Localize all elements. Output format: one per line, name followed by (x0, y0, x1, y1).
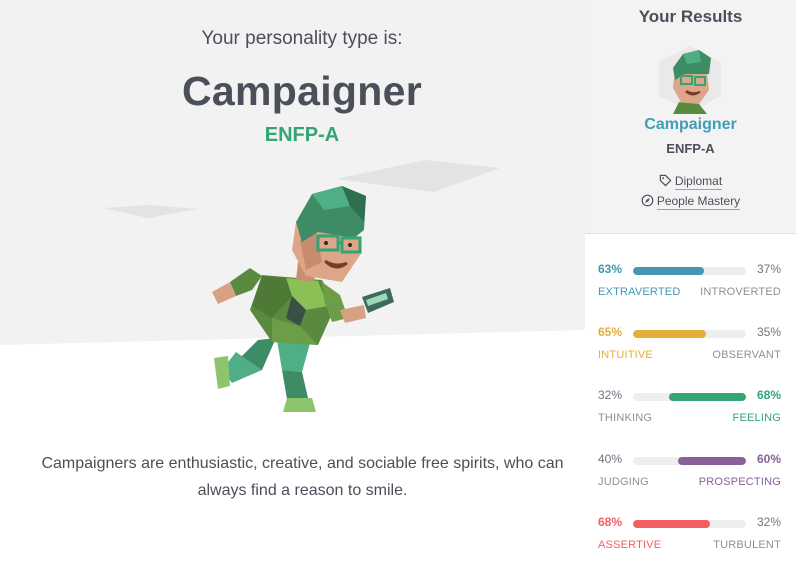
trait-row: 65% 35% INTUITIVE OBSERVANT (585, 325, 796, 375)
trait-bar-fill (633, 520, 710, 528)
trait-right-percent: 35% (756, 325, 781, 339)
trait-right-label: INTROVERTED (700, 286, 781, 298)
tag-icon (659, 174, 672, 187)
compass-icon (641, 194, 654, 207)
trait-right-percent: 60% (756, 452, 781, 466)
trait-bar (633, 267, 746, 275)
trait-right-percent: 68% (756, 388, 781, 402)
trait-left-label: JUDGING (598, 476, 649, 488)
trait-right-percent: 32% (756, 515, 781, 529)
trait-left-label: INTUITIVE (598, 349, 653, 361)
strategy-link[interactable]: People Mastery (656, 194, 741, 210)
trait-right-label: FEELING (732, 412, 781, 424)
trait-left-label: EXTRAVERTED (598, 286, 681, 298)
trait-bar (633, 520, 746, 528)
trait-right-percent: 37% (756, 262, 781, 276)
trait-left-percent: 68% (598, 515, 623, 529)
main-panel: Your personality type is: Campaigner ENF… (0, 0, 585, 561)
role-link[interactable]: Diplomat (674, 174, 723, 190)
trait-right-label: TURBULENT (713, 539, 781, 551)
sidebar-type-name: Campaigner (644, 116, 737, 133)
trait-bar-fill (678, 457, 746, 465)
trait-bar (633, 457, 746, 465)
results-summary: Your Results Campaigner ENFP-A Diplomat … (585, 0, 796, 234)
trait-right-label: PROSPECTING (698, 476, 781, 488)
trait-bar (633, 393, 746, 401)
trait-left-percent: 65% (598, 325, 623, 339)
trait-left-percent: 40% (598, 452, 623, 466)
role-tag[interactable]: Diplomat (585, 174, 796, 190)
trait-left-percent: 63% (598, 262, 623, 276)
avatar (659, 46, 721, 114)
results-sidebar: Your Results Campaigner ENFP-A Diplomat … (585, 0, 796, 561)
strategy-tag[interactable]: People Mastery (585, 194, 796, 210)
sidebar-type-code: ENFP-A (666, 141, 715, 156)
trait-right-label: OBSERVANT (712, 349, 781, 361)
trait-left-percent: 32% (598, 388, 623, 402)
trait-bar-fill (633, 330, 707, 338)
trait-row: 68% 32% ASSERTIVE TURBULENT (585, 515, 796, 565)
trait-bar-fill (669, 393, 746, 401)
trait-bar (633, 330, 746, 338)
trait-left-label: ASSERTIVE (598, 539, 662, 551)
trait-bar-fill (633, 267, 705, 275)
trait-row: 32% 68% THINKING FEELING (585, 388, 796, 438)
trait-row: 40% 60% JUDGING PROSPECTING (585, 452, 796, 502)
trait-row: 63% 37% EXTRAVERTED INTROVERTED (585, 262, 796, 312)
results-title: Your Results (638, 7, 743, 26)
trait-left-label: THINKING (598, 412, 653, 424)
personality-description: Campaigners are enthusiastic, creative, … (41, 455, 564, 499)
